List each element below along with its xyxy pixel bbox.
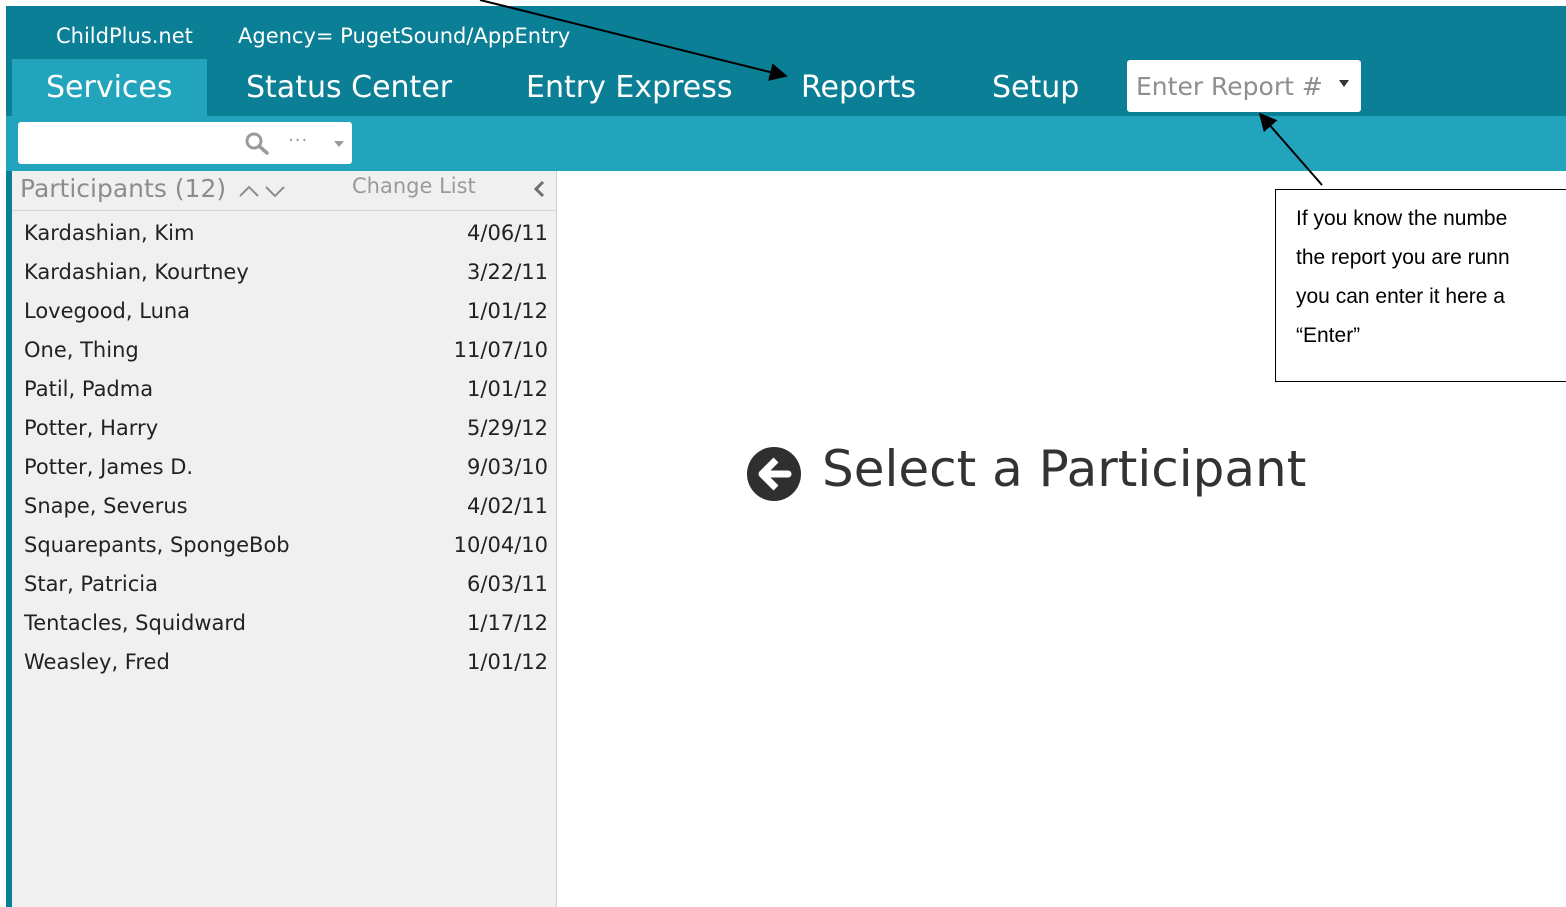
report-number-input[interactable] — [1127, 60, 1327, 112]
participant-date: 1/17/12 — [467, 611, 548, 635]
participant-row[interactable]: Snape, Severus 4/02/11 — [12, 487, 556, 526]
participant-row[interactable]: Weasley, Fred 1/01/12 — [12, 643, 556, 682]
report-number-dropdown[interactable] — [1127, 60, 1361, 112]
participant-row[interactable]: Kardashian, Kourtney 3/22/11 — [12, 253, 556, 292]
participant-date: 5/29/12 — [467, 416, 548, 440]
participants-title: Participants (12) — [20, 174, 227, 203]
tab-setup-label: Setup — [992, 70, 1080, 105]
participant-date: 1/01/12 — [467, 299, 548, 323]
participant-name: Kardashian, Kourtney — [24, 260, 249, 284]
search-bar: ··· — [6, 116, 1566, 171]
participant-row[interactable]: Squarepants, SpongeBob 10/04/10 — [12, 526, 556, 565]
agency-label: Agency= PugetSound/AppEntry — [238, 24, 571, 48]
tab-reports-label: Reports — [801, 70, 917, 105]
annotation-callout: If you know the numbe the report you are… — [1275, 189, 1566, 382]
callout-line: you can enter it here a — [1296, 285, 1505, 308]
sort-arrows-icon[interactable] — [238, 181, 310, 201]
participant-name: Potter, James D. — [24, 455, 194, 479]
search-options-caret-icon[interactable] — [334, 141, 344, 147]
participant-date: 1/01/12 — [467, 377, 548, 401]
participant-name: Weasley, Fred — [24, 650, 170, 674]
participant-name: Patil, Padma — [24, 377, 154, 401]
callout-line: “Enter” — [1296, 324, 1361, 347]
callout-line: the report you are runn — [1296, 246, 1510, 269]
app-brand[interactable]: ChildPlus.net — [56, 24, 193, 48]
participant-name: Snape, Severus — [24, 494, 188, 518]
change-list-link[interactable]: Change List — [352, 174, 476, 198]
participant-row[interactable]: Patil, Padma 1/01/12 — [12, 370, 556, 409]
search-input[interactable] — [18, 122, 233, 164]
select-participant-text: Select a Participant — [822, 440, 1307, 498]
participant-name: One, Thing — [24, 338, 139, 362]
participant-name: Lovegood, Luna — [24, 299, 191, 323]
participant-date: 11/07/10 — [453, 338, 548, 362]
tab-entry-express-label: Entry Express — [526, 70, 733, 105]
participant-date: 4/02/11 — [467, 494, 548, 518]
participant-row[interactable]: One, Thing 11/07/10 — [12, 331, 556, 370]
participant-row[interactable]: Potter, James D. 9/03/10 — [12, 448, 556, 487]
tab-status-center[interactable]: Status Center — [212, 59, 486, 116]
tab-services-label: Services — [46, 70, 173, 105]
participant-name: Squarepants, SpongeBob — [24, 533, 290, 557]
participants-header: Participants (12) Change List — [12, 171, 556, 211]
participant-date: 10/04/10 — [453, 533, 548, 557]
participant-date: 9/03/10 — [467, 455, 548, 479]
callout-line: If you know the numbe — [1296, 207, 1508, 230]
participant-date: 3/22/11 — [467, 260, 548, 284]
participant-row[interactable]: Potter, Harry 5/29/12 — [12, 409, 556, 448]
participant-row[interactable]: Kardashian, Kim 4/06/11 — [12, 214, 556, 253]
tab-services[interactable]: Services — [12, 59, 207, 116]
participant-name: Tentacles, Squidward — [24, 611, 246, 635]
participants-panel: Participants (12) Change List Kardashian… — [12, 171, 557, 907]
chevron-down-icon[interactable] — [1339, 80, 1349, 87]
top-nav-bar: ChildPlus.net Agency= PugetSound/AppEntr… — [6, 6, 1566, 116]
collapse-panel-icon[interactable] — [532, 179, 546, 199]
participant-row[interactable]: Star, Patricia 6/03/11 — [12, 565, 556, 604]
participant-date: 4/06/11 — [467, 221, 548, 245]
search-icon[interactable] — [244, 131, 270, 157]
participant-name: Star, Patricia — [24, 572, 158, 596]
participant-date: 6/03/11 — [467, 572, 548, 596]
participant-row[interactable]: Tentacles, Squidward 1/17/12 — [12, 604, 556, 643]
tab-setup[interactable]: Setup — [958, 59, 1113, 116]
participant-row[interactable]: Lovegood, Luna 1/01/12 — [12, 292, 556, 331]
arrow-left-circle-icon — [747, 447, 801, 501]
participant-date: 1/01/12 — [467, 650, 548, 674]
participant-name: Kardashian, Kim — [24, 221, 195, 245]
participant-search[interactable]: ··· — [18, 122, 352, 164]
more-options-icon[interactable]: ··· — [288, 130, 308, 151]
tab-entry-express[interactable]: Entry Express — [492, 59, 767, 116]
tab-reports[interactable]: Reports — [767, 59, 950, 116]
tab-status-center-label: Status Center — [246, 70, 453, 105]
participant-name: Potter, Harry — [24, 416, 159, 440]
